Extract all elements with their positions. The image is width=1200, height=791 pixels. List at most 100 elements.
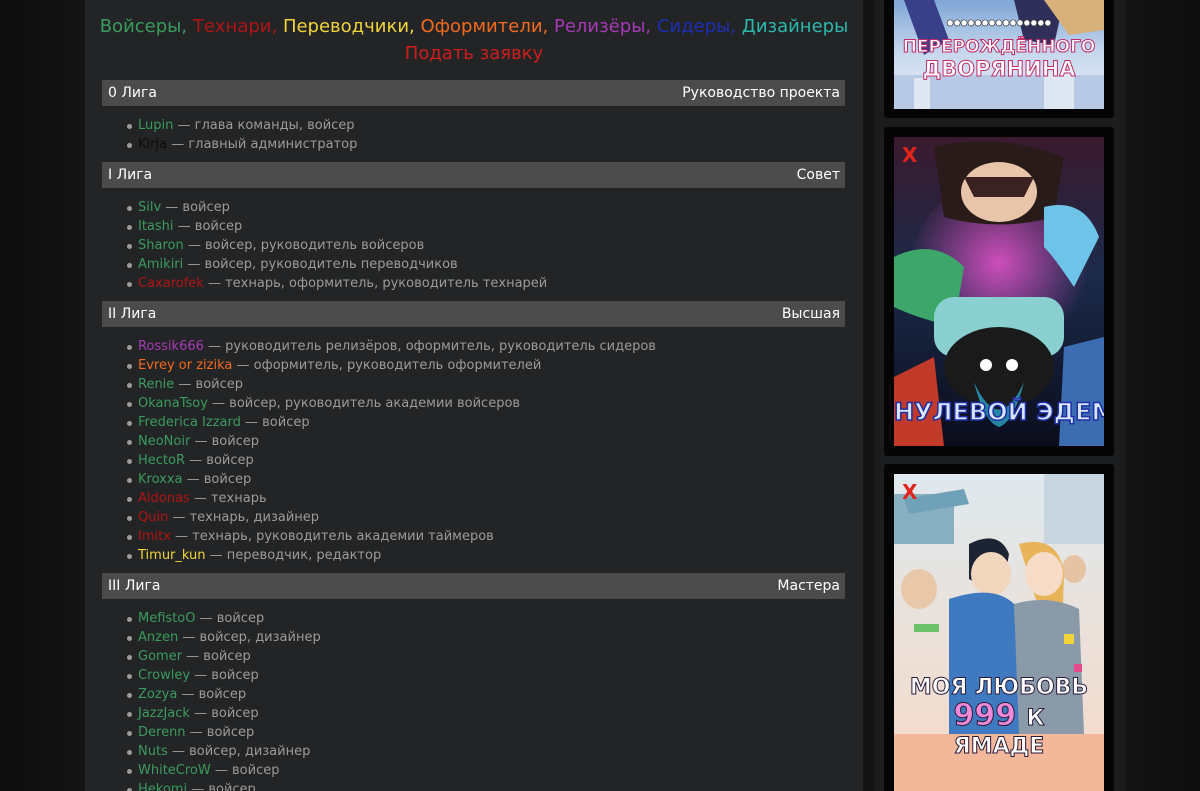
- member-nick-link[interactable]: Silv: [138, 200, 161, 215]
- poster-card[interactable]: Ⅹ МОЯ ЛЮБОВЬ 999 К ЯМАДЕ: [884, 464, 1114, 791]
- member-item: Amikiri — войсер, руководитель переводчи…: [102, 255, 845, 274]
- member-item: NeoNoir — войсер: [102, 432, 845, 451]
- member-nick-link[interactable]: Derenn: [138, 725, 186, 740]
- member-role-text: — оформитель, руководитель оформителей: [232, 358, 542, 373]
- member-item: Rossik666 — руководитель релизёров, офор…: [102, 337, 845, 356]
- league-rank: Высшая: [781, 306, 840, 322]
- studio-logo-icon: Ⅹ: [902, 143, 918, 167]
- league-title: 0 Лига: [108, 85, 157, 101]
- member-nick-link[interactable]: Itashi: [138, 219, 174, 234]
- member-nick-link[interactable]: Crowley: [138, 668, 190, 683]
- member-nick-link[interactable]: Anzen: [138, 630, 178, 645]
- member-item: Kirja — главный администратор: [102, 135, 845, 154]
- league-rank: Мастера: [777, 578, 840, 594]
- member-role-text: — войсер: [189, 706, 259, 721]
- member-nick-link[interactable]: Frederica Izzard: [138, 415, 241, 430]
- member-item: HectoR — войсер: [102, 451, 845, 470]
- page: Войсеры, Технари, Переводчики, Оформител…: [0, 0, 1200, 791]
- league-header: 0 Лига Руководство проекта: [102, 80, 845, 106]
- anime-poster-icon[interactable]: Ⅹ НУЛЕВОЙ ЭДЕМ: [894, 137, 1104, 446]
- role-translators-link[interactable]: Переводчики,: [283, 16, 415, 37]
- member-item: Renie — войсер: [102, 375, 845, 394]
- member-role-text: — переводчик, редактор: [205, 548, 382, 563]
- anime-poster-icon[interactable]: Ⅹ МОЯ ЛЮБОВЬ 999 К ЯМАДЕ: [894, 474, 1104, 791]
- league-section: I Лига Совет Silv — войсер Itashi — войсе…: [102, 162, 845, 293]
- member-item: Itashi — войсер: [102, 217, 845, 236]
- member-nick-link[interactable]: Evrey or zizika: [138, 358, 232, 373]
- member-item: Timur_kun — переводчик, редактор: [102, 546, 845, 565]
- role-seeders-link[interactable]: Сидеры,: [657, 16, 736, 37]
- role-voicers-link[interactable]: Войсеры,: [100, 16, 187, 37]
- league-header: III Лига Мастера: [102, 573, 845, 599]
- league-header: I Лига Совет: [102, 162, 845, 188]
- roles-list: Войсеры, Технари, Переводчики, Оформител…: [85, 14, 863, 40]
- member-item: Quin — технарь, дизайнер: [102, 508, 845, 527]
- league-section: III Лига Мастера MefistoO — войсер Anzen …: [102, 573, 845, 791]
- member-nick-link[interactable]: HectoR: [138, 453, 185, 468]
- member-nick-link[interactable]: Hekomi: [138, 782, 187, 791]
- role-tech-link[interactable]: Технари,: [193, 16, 277, 37]
- poster-title-line: 999 К: [894, 700, 1104, 733]
- role-designers-link[interactable]: Дизайнеры: [742, 16, 849, 37]
- member-list: Silv — войсер Itashi — войсер Sharon — вой…: [102, 198, 845, 293]
- member-nick-link[interactable]: Imitx: [138, 529, 171, 544]
- member-item: MefistoO — войсер: [102, 609, 845, 628]
- member-role-text: — войсер, руководитель войсеров: [183, 238, 425, 253]
- member-role-text: — войсер: [195, 611, 265, 626]
- member-nick-link[interactable]: WhiteCroW: [138, 763, 211, 778]
- member-item: Derenn — войсер: [102, 723, 845, 742]
- member-item: Evrey or zizika — оформитель, руководите…: [102, 356, 845, 375]
- member-item: OkanaTsoy — войсер, руководитель академи…: [102, 394, 845, 413]
- role-formatters-link[interactable]: Оформители,: [420, 16, 548, 37]
- league-rank: Руководство проекта: [682, 85, 840, 101]
- member-role-text: — войсер, дизайнер: [178, 630, 321, 645]
- member-item: Hekomi — войсер: [102, 780, 845, 791]
- member-nick-link[interactable]: Gomer: [138, 649, 182, 664]
- poster-title-word: К: [1026, 706, 1045, 732]
- anime-poster-icon[interactable]: ●●●●●●●●●●●●●●● ПЕРЕРОЖДЁННОГО ДВОРЯНИНА: [894, 0, 1104, 109]
- member-role-text: — войсер: [174, 377, 244, 392]
- member-role-text: — главный администратор: [167, 137, 358, 152]
- member-nick-link[interactable]: JazzJack: [138, 706, 190, 721]
- main-content: Войсеры, Технари, Переводчики, Оформител…: [85, 0, 863, 791]
- member-item: Nuts — войсер, дизайнер: [102, 742, 845, 761]
- member-role-text: — войсер, руководитель переводчиков: [183, 257, 458, 272]
- member-role-text: — руководитель релизёров, оформитель, ру…: [203, 339, 656, 354]
- member-nick-link[interactable]: Quin: [138, 510, 168, 525]
- member-nick-link[interactable]: Zozya: [138, 687, 177, 702]
- member-role-text: — технарь: [189, 491, 267, 506]
- member-nick-link[interactable]: Kirja: [138, 137, 167, 152]
- poster-title: НУЛЕВОЙ ЭДЕМ: [894, 397, 1104, 427]
- member-role-text: — войсер: [185, 725, 255, 740]
- apply-link[interactable]: Подать заявку: [85, 40, 863, 68]
- member-nick-link[interactable]: OkanaTsoy: [138, 396, 208, 411]
- member-nick-link[interactable]: Kroxxa: [138, 472, 183, 487]
- member-nick-link[interactable]: Timur_kun: [138, 548, 206, 563]
- member-nick-link[interactable]: Rossik666: [138, 339, 204, 354]
- member-item: Zozya — войсер: [102, 685, 845, 704]
- member-nick-link[interactable]: Renie: [138, 377, 174, 392]
- member-role-text: — войсер, руководитель академии войсеров: [207, 396, 521, 411]
- poster-card[interactable]: Ⅹ НУЛЕВОЙ ЭДЕМ: [884, 127, 1114, 456]
- member-role-text: — войсер: [190, 434, 260, 449]
- poster-card[interactable]: ●●●●●●●●●●●●●●● ПЕРЕРОЖДЁННОГО ДВОРЯНИНА: [884, 0, 1114, 118]
- member-nick-link[interactable]: Aldonas: [138, 491, 190, 506]
- role-releasers-link[interactable]: Релизёры,: [554, 16, 651, 37]
- member-nick-link[interactable]: MefistoO: [138, 611, 195, 626]
- member-role-text: — войсер: [161, 200, 230, 215]
- poster-title-number: 999: [953, 698, 1017, 733]
- member-role-text: — войсер: [185, 453, 254, 468]
- member-item: Imitx — технарь, руководитель академии т…: [102, 527, 845, 546]
- member-nick-link[interactable]: Lupin: [138, 118, 173, 133]
- member-role-text: — войсер: [190, 668, 259, 683]
- member-item: Lupin — глава команды, войсер: [102, 116, 845, 135]
- member-nick-link[interactable]: Amikiri: [138, 257, 183, 272]
- member-nick-link[interactable]: Sharon: [138, 238, 184, 253]
- member-role-text: — войсер: [173, 219, 243, 234]
- member-role-text: — войсер: [187, 782, 256, 791]
- member-nick-link[interactable]: Nuts: [138, 744, 168, 759]
- member-nick-link[interactable]: NeoNoir: [138, 434, 190, 449]
- poster-title: ПЕРЕРОЖДЁННОГО ДВОРЯНИНА: [902, 37, 1096, 81]
- member-nick-link[interactable]: Caxarofek: [138, 276, 204, 291]
- member-role-text: — технарь, дизайнер: [168, 510, 320, 525]
